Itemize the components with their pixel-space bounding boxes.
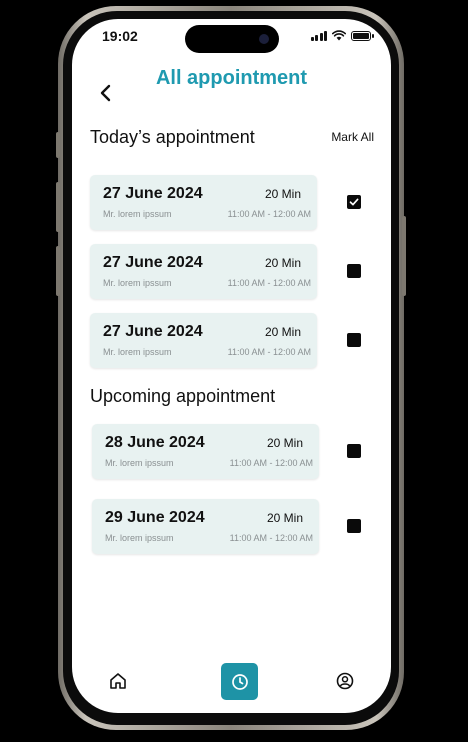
appointment-duration: 20 Min xyxy=(264,325,301,339)
appointment-doctor-name: Mr. lorem ipssum xyxy=(103,278,172,288)
appointment-doctor-name: Mr. lorem ipssum xyxy=(103,347,172,357)
appointment-date: 29 June 2024 xyxy=(105,509,205,526)
nav-appointments[interactable] xyxy=(221,663,258,700)
cellular-signal-icon xyxy=(310,30,327,41)
appointment-card[interactable]: 27 June 2024 20 Min Mr. lorem ipssum 11:00 … xyxy=(90,244,317,299)
appointment-time-range: 11:00 AM - 12:00 AM xyxy=(229,458,313,468)
page-title: All appointment xyxy=(155,67,308,89)
profile-icon xyxy=(336,672,354,690)
nav-home[interactable] xyxy=(108,671,128,691)
appointment-date: 28 June 2024 xyxy=(105,434,205,451)
appointment-date: 27 June 2024 xyxy=(103,185,203,202)
appointment-checkbox[interactable] xyxy=(347,333,361,347)
appointment-checkbox[interactable] xyxy=(347,444,361,458)
appointment-duration: 20 Min xyxy=(264,256,301,270)
today-section-title: Today’s appointment xyxy=(90,127,255,147)
nav-profile[interactable] xyxy=(335,671,355,691)
appointment-time-range: 11:00 AM - 12:00 AM xyxy=(229,533,313,543)
appointment-time-range: 11:00 AM - 12:00 AM xyxy=(227,278,311,288)
appointment-checkbox[interactable] xyxy=(347,519,361,533)
status-icons xyxy=(310,30,374,41)
dynamic-island xyxy=(185,25,279,53)
home-icon xyxy=(110,673,126,689)
appointment-duration: 20 Min xyxy=(264,187,301,201)
side-button-volume-up xyxy=(56,182,60,232)
checkmark-icon xyxy=(349,198,359,206)
appointment-doctor-name: Mr. lorem ipssum xyxy=(103,209,172,219)
appointment-doctor-name: Mr. lorem ipssum xyxy=(105,533,174,543)
status-bar: 19:02 xyxy=(72,19,391,59)
wifi-icon xyxy=(332,30,346,41)
appointment-card[interactable]: 27 June 2024 20 Min Mr. lorem ipssum 11:00 … xyxy=(90,175,317,230)
mark-all-button[interactable]: Mark All xyxy=(331,130,374,144)
side-button-power xyxy=(402,216,406,296)
appointment-time-range: 11:00 AM - 12:00 AM xyxy=(227,347,311,357)
appointment-date: 27 June 2024 xyxy=(103,254,203,271)
appointment-date: 27 June 2024 xyxy=(103,323,203,340)
upcoming-section-title: Upcoming appointment xyxy=(90,386,276,406)
battery-icon xyxy=(351,30,374,41)
appointment-card[interactable]: 29 June 2024 20 Min Mr. lorem ipssum 11:00 … xyxy=(92,499,319,554)
side-button-volume-down xyxy=(56,246,60,296)
appointment-duration: 20 Min xyxy=(266,511,303,525)
phone-screen: 19:02 All appointment Today’s appointmen… xyxy=(72,19,391,713)
camera-icon xyxy=(259,34,269,44)
clock-icon xyxy=(231,673,248,690)
appointment-card[interactable]: 28 June 2024 20 Min Mr. lorem ipssum 11:00 … xyxy=(92,424,319,479)
appointment-card[interactable]: 27 June 2024 20 Min Mr. lorem ipssum 11:00 … xyxy=(90,313,317,368)
appointment-checkbox[interactable] xyxy=(347,195,361,209)
appointment-time-range: 11:00 AM - 12:00 AM xyxy=(227,209,311,219)
status-time: 19:02 xyxy=(102,28,138,44)
bottom-nav xyxy=(72,659,391,709)
side-button-action xyxy=(56,132,60,158)
appointment-doctor-name: Mr. lorem ipssum xyxy=(105,458,174,468)
appointment-duration: 20 Min xyxy=(266,436,303,450)
appointment-checkbox[interactable] xyxy=(347,264,361,278)
